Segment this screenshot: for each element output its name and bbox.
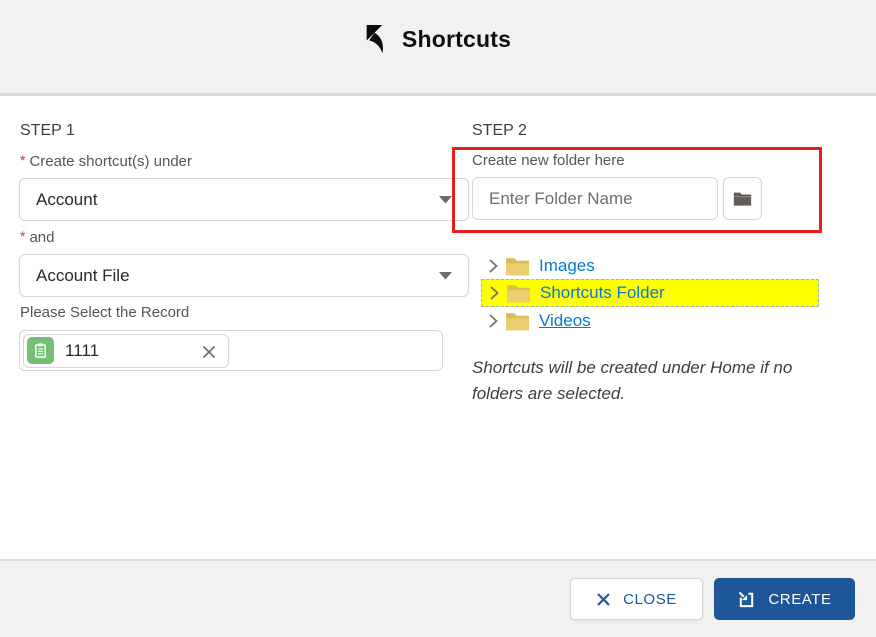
tree-item-images[interactable]: Images	[481, 253, 819, 278]
chevron-right-icon[interactable]	[489, 314, 498, 328]
modal-header: Shortcuts	[0, 0, 876, 96]
chevron-down-icon	[439, 272, 452, 280]
required-asterisk: *	[20, 228, 25, 244]
record-label: Please Select the Record	[20, 304, 189, 321]
new-folder-label: Create new folder here	[472, 152, 625, 169]
home-fallback-note: Shortcuts will be created under Home if …	[472, 355, 806, 407]
record-pill-label: 1111	[65, 341, 201, 361]
tree-item-videos[interactable]: Videos	[481, 308, 819, 333]
folder-icon	[506, 283, 531, 303]
folder-icon	[505, 256, 530, 276]
close-icon	[596, 592, 611, 607]
folder-icon	[505, 311, 530, 331]
tree-link-shortcuts-folder[interactable]: Shortcuts Folder	[540, 283, 665, 303]
folder-icon	[733, 191, 752, 206]
create-folder-button[interactable]	[723, 177, 762, 220]
tree-link-images[interactable]: Images	[539, 256, 595, 276]
create-under-label: *Create shortcut(s) under	[20, 152, 192, 170]
folder-name-input[interactable]	[472, 177, 718, 220]
object-select[interactable]: Account	[19, 178, 469, 221]
create-button[interactable]: CREATE	[714, 578, 855, 620]
remove-record-icon[interactable]	[201, 342, 225, 360]
shortcut-icon	[737, 590, 756, 609]
record-icon	[27, 337, 54, 364]
tree-item-shortcuts-folder[interactable]: Shortcuts Folder	[481, 279, 819, 307]
chevron-right-icon[interactable]	[489, 259, 498, 273]
step1-heading: STEP 1	[20, 122, 75, 140]
modal-title: Shortcuts	[402, 26, 511, 53]
shortcut-arrow-icon	[365, 24, 389, 55]
chevron-down-icon	[439, 196, 452, 204]
record-pill[interactable]: 1111	[23, 334, 229, 368]
and-label: *and	[20, 228, 54, 246]
required-asterisk: *	[20, 152, 25, 168]
file-type-select-value: Account File	[36, 266, 439, 286]
object-select-value: Account	[36, 190, 439, 210]
close-button[interactable]: CLOSE	[570, 578, 703, 620]
folder-tree: Images Shortcuts Folder	[481, 253, 819, 333]
step2-heading: STEP 2	[472, 122, 527, 140]
close-button-label: CLOSE	[623, 591, 677, 608]
record-select-box[interactable]: 1111	[19, 330, 443, 371]
shortcuts-modal: Shortcuts STEP 1 *Create shortcut(s) und…	[0, 0, 876, 637]
create-button-label: CREATE	[768, 591, 831, 608]
tree-link-videos[interactable]: Videos	[539, 311, 591, 331]
file-type-select[interactable]: Account File	[19, 254, 469, 297]
chevron-right-icon[interactable]	[490, 286, 499, 300]
